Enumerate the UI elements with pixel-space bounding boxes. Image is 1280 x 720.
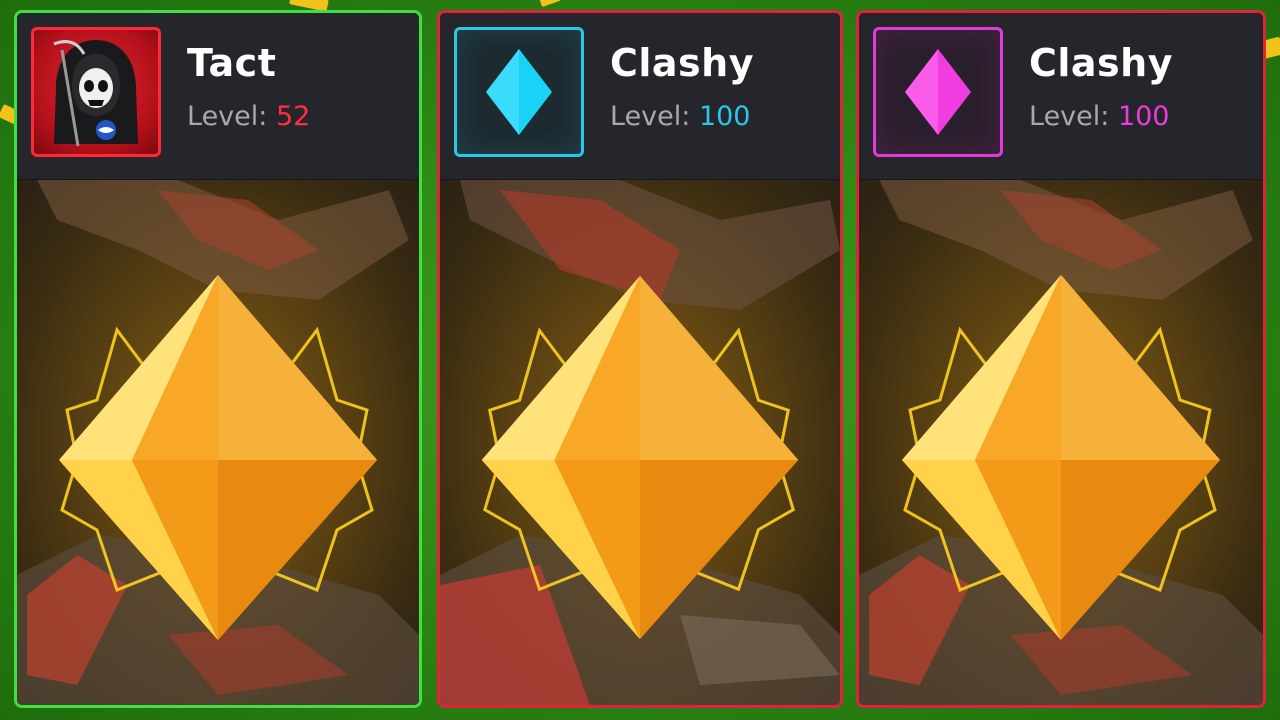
level-label: Level: [610, 101, 699, 132]
player-level: Level: 100 [610, 101, 751, 132]
player-card-2: Clashy Level: 100 [437, 10, 843, 708]
magenta-diamond-icon [905, 49, 971, 135]
level-value: 52 [275, 101, 311, 132]
cyan-diamond-icon [486, 49, 552, 135]
player-avatar [31, 27, 161, 157]
grim-reaper-skull-icon [53, 40, 138, 147]
level-label: Level: [187, 101, 276, 132]
player-header: Clashy Level: 100 [859, 13, 1263, 180]
player-level: Level: 100 [1029, 101, 1170, 132]
player-header: Tact Level: 52 [17, 13, 419, 180]
reward-display [859, 180, 1263, 705]
level-value: 100 [1117, 101, 1170, 132]
level-label: Level: [1029, 101, 1118, 132]
gold-diamond-icon [481, 275, 799, 640]
reward-display [440, 180, 840, 705]
player-avatar [454, 27, 584, 157]
reward-display [17, 180, 419, 705]
player-header: Clashy Level: 100 [440, 13, 840, 180]
player-card-3: Clashy Level: 100 [856, 10, 1266, 708]
gold-diamond-icon [59, 275, 377, 640]
player-avatar [873, 27, 1003, 157]
player-card-1: Tact Level: 52 [14, 10, 422, 708]
player-name: Clashy [1029, 41, 1173, 85]
confetti-piece [538, 0, 562, 8]
player-name: Clashy [610, 41, 754, 85]
player-name: Tact [187, 41, 277, 85]
player-level: Level: 52 [187, 101, 310, 132]
level-value: 100 [698, 101, 751, 132]
gold-diamond-icon [902, 275, 1220, 640]
